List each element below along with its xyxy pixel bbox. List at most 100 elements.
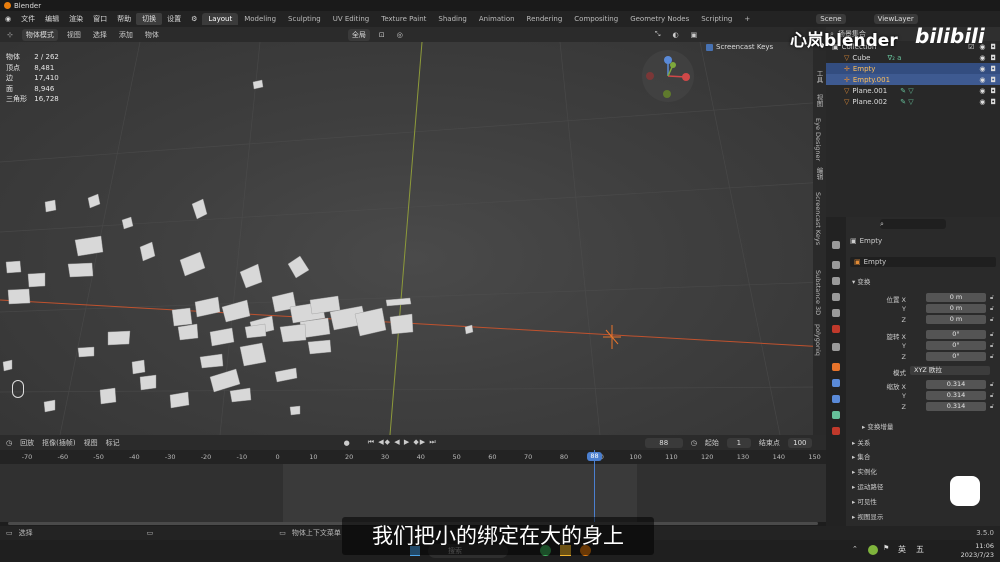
tab-layout[interactable]: Layout [202, 13, 239, 25]
clock-date[interactable]: 2023/7/23 [952, 551, 994, 559]
add-workspace-button[interactable]: + [738, 13, 756, 25]
menu-add[interactable]: 添加 [116, 30, 136, 40]
camera-icon[interactable]: ◘ [990, 54, 996, 62]
navigation-gizmo[interactable] [640, 48, 696, 104]
camera-icon[interactable]: ◘ [990, 87, 996, 95]
tab-animation[interactable]: Animation [473, 13, 521, 25]
tab-eye-designer[interactable]: Eye Designer [814, 118, 822, 161]
tab-edit[interactable]: 编辑 [814, 167, 824, 180]
eye-icon[interactable]: ◉ [979, 54, 985, 62]
lock-icon[interactable]: 🔓︎ [990, 381, 994, 389]
menu-keying[interactable]: 抠像(插帧) [42, 438, 75, 448]
properties-search-input[interactable]: ⌕ [880, 219, 946, 229]
menu-timeline-view[interactable]: 视图 [84, 438, 98, 448]
menu-edit[interactable]: 编辑 [40, 14, 64, 24]
eye-icon[interactable]: ◉ [979, 76, 985, 84]
lock-icon[interactable]: 🔓︎ [990, 316, 994, 324]
playback-controls[interactable]: ⏮ ◀◆ ◀ ▶ ◆▶ ⏭ [368, 438, 437, 447]
tray-app-icon[interactable]: ⚑ [883, 544, 889, 552]
blender-menu-icon[interactable]: ◉ [0, 15, 16, 23]
camera-icon[interactable]: ◘ [990, 43, 996, 51]
tool-tab-icon[interactable] [832, 241, 840, 249]
camera-icon[interactable]: ◘ [990, 65, 996, 73]
menu-window[interactable]: 窗口 [88, 14, 112, 24]
rotation-y-field[interactable]: 0° [926, 341, 986, 350]
viewport-gizmo-toggle-icon[interactable]: ⤡ [652, 30, 664, 39]
delta-transform-section[interactable]: ▸ 变换增量 [862, 421, 893, 431]
menu-render[interactable]: 渲染 [64, 14, 88, 24]
gear-icon[interactable]: ⚙ [186, 15, 202, 23]
instancing-section[interactable]: ▸ 实例化 [852, 466, 877, 476]
motion-paths-section[interactable]: ▸ 运动路径 [852, 481, 883, 491]
overlay-toggle-icon[interactable]: ◐ [669, 31, 681, 39]
menu-marker[interactable]: 标记 [106, 438, 120, 448]
lock-icon[interactable]: 🔓︎ [990, 331, 994, 339]
menu-playback[interactable]: 回放 [20, 438, 34, 448]
location-y-field[interactable]: 0 m [926, 304, 986, 313]
tab-screencast-keys[interactable]: Screencast Keys [814, 192, 822, 245]
collection-tab-icon[interactable] [832, 343, 840, 351]
scale-x-field[interactable]: 0.314 [926, 380, 986, 389]
eye-icon[interactable]: ◉ [979, 98, 985, 106]
ime-lang-indicator[interactable]: 英 [898, 544, 906, 555]
tab-texture-paint[interactable]: Texture Paint [375, 13, 432, 25]
tab-geometry-nodes[interactable]: Geometry Nodes [624, 13, 695, 25]
current-frame-field[interactable]: 88 [644, 437, 683, 448]
tab-view[interactable]: 视图 [814, 94, 824, 107]
collections-section[interactable]: ▸ 集合 [852, 451, 870, 461]
menu-help[interactable]: 帮助 [112, 14, 136, 24]
lock-icon[interactable]: 🔓︎ [990, 353, 994, 361]
tab-uv-editing[interactable]: UV Editing [327, 13, 376, 25]
tab-modeling[interactable]: Modeling [238, 13, 282, 25]
menu-select[interactable]: 选择 [90, 30, 110, 40]
tab-sculpting[interactable]: Sculpting [282, 13, 327, 25]
scene-selector[interactable]: Scene [816, 14, 846, 24]
viewport-display-section[interactable]: ▸ 视图显示 [852, 511, 883, 521]
lock-icon[interactable]: 🔓︎ [990, 342, 994, 350]
render-tab-icon[interactable] [832, 261, 840, 269]
lock-icon[interactable]: 🔓︎ [990, 305, 994, 313]
tab-polygoniq[interactable]: polygoniq [814, 324, 822, 356]
orientation-selector[interactable]: 全局 [347, 28, 370, 41]
ime-mode-indicator[interactable]: 五 [916, 544, 924, 555]
menu-object[interactable]: 物体 [142, 30, 162, 40]
clock-time[interactable]: 11:06 [962, 542, 994, 550]
camera-icon[interactable]: ◘ [990, 76, 996, 84]
rotation-mode-select[interactable]: XYZ 欧拉 [910, 366, 990, 375]
end-frame-field[interactable]: 100 [787, 437, 812, 448]
location-x-field[interactable]: 0 m [926, 293, 986, 302]
start-frame-field[interactable]: 1 [726, 437, 751, 448]
object-name-field[interactable]: ▣ Empty [850, 257, 996, 267]
menu-settings[interactable]: 设置 [162, 14, 186, 24]
transform-section-header[interactable]: ▾ 变换 [852, 276, 870, 286]
tray-arrow-icon[interactable]: ⌃ [852, 545, 858, 553]
tab-tool[interactable]: 工具 [814, 70, 824, 83]
scene-tab-icon[interactable] [832, 309, 840, 317]
outliner-row-empty-001[interactable]: ✛ Empty.001 ◉ ◘ [826, 74, 1000, 85]
world-tab-icon[interactable] [832, 325, 840, 333]
camera-icon[interactable]: ◘ [990, 98, 996, 106]
physics-tab-icon[interactable] [832, 379, 840, 387]
output-tab-icon[interactable] [832, 277, 840, 285]
scale-z-field[interactable]: 0.314 [926, 402, 986, 411]
view-layer-selector[interactable]: ViewLayer [873, 14, 918, 24]
eye-icon[interactable]: ◉ [979, 87, 985, 95]
proportional-edit-icon[interactable]: ◎ [394, 31, 406, 39]
visibility-section[interactable]: ▸ 可见性 [852, 496, 877, 506]
data-tab-icon[interactable] [832, 411, 840, 419]
tab-compositing[interactable]: Compositing [568, 13, 624, 25]
location-z-field[interactable]: 0 m [926, 315, 986, 324]
tab-scripting[interactable]: Scripting [695, 13, 738, 25]
texture-tab-icon[interactable] [832, 427, 840, 435]
tab-shading[interactable]: Shading [432, 13, 472, 25]
menu-view[interactable]: 视图 [64, 30, 84, 40]
editor-type-icon[interactable]: ⊹ [4, 31, 16, 39]
constraints-tab-icon[interactable] [832, 395, 840, 403]
screencast-keys-toggle[interactable]: Screencast Keys [706, 43, 773, 51]
scale-y-field[interactable]: 0.314 [926, 391, 986, 400]
menu-switch[interactable]: 切换 [136, 13, 163, 25]
menu-file[interactable]: 文件 [16, 14, 40, 24]
outliner-row-plane-001[interactable]: ▽ Plane.001 ✎ ▽ ◉ ◘ [826, 85, 1000, 96]
lock-icon[interactable]: 🔓︎ [990, 403, 994, 411]
snap-icon[interactable]: ⊡ [376, 31, 388, 39]
